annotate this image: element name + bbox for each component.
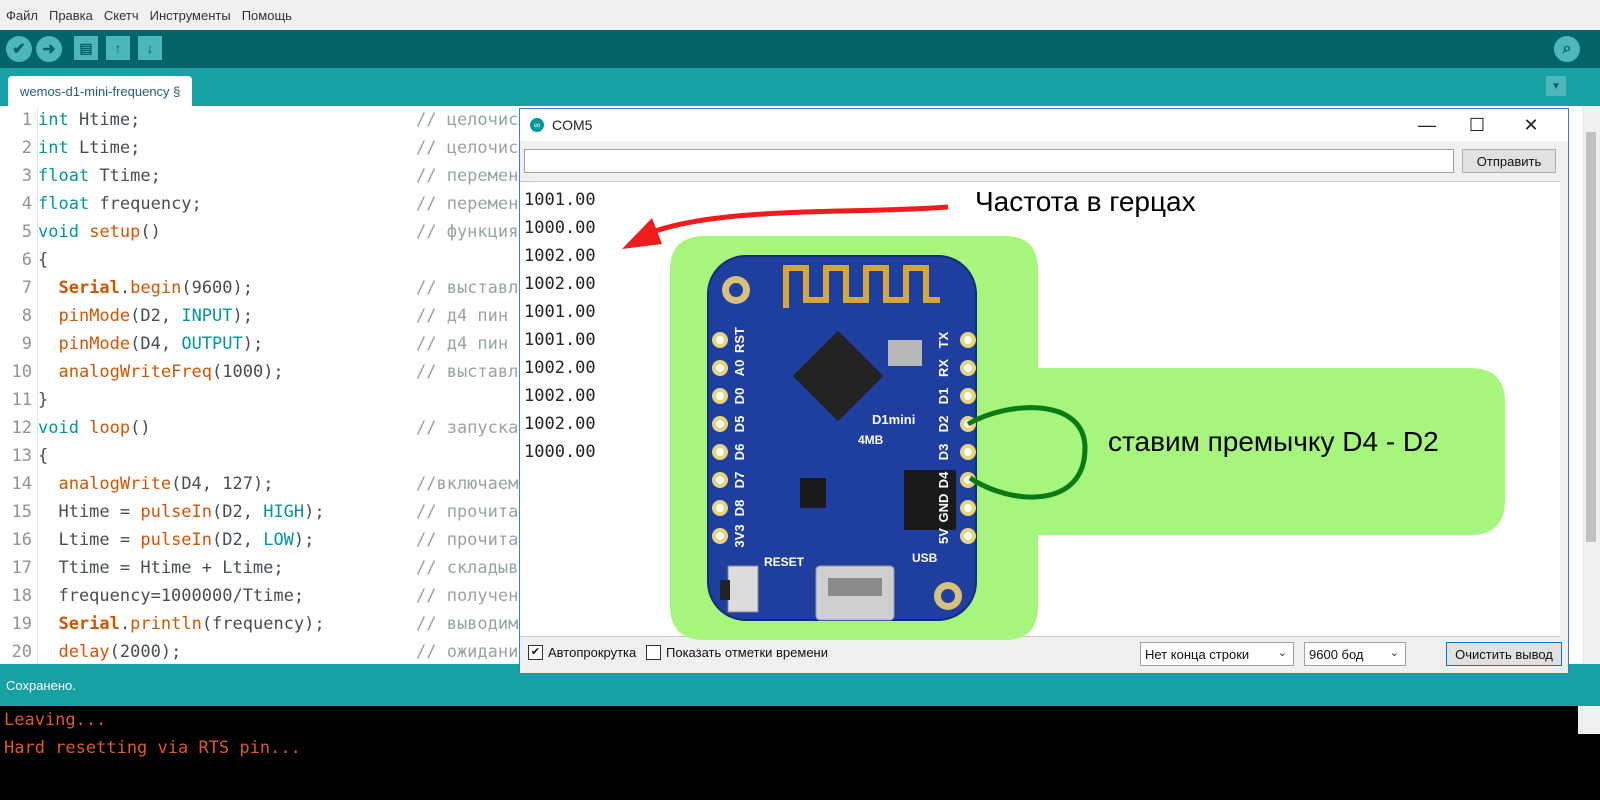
pin-label: D8	[732, 500, 747, 517]
pin-label: RST	[732, 327, 747, 353]
pin-right-hole	[964, 504, 972, 512]
board-flash-label: 4MB	[858, 433, 884, 447]
pin-left-hole	[716, 448, 724, 456]
pin-left-hole	[716, 476, 724, 484]
pin-label: GND	[936, 494, 951, 523]
pin-label: A0	[732, 360, 747, 377]
pin-right-hole	[964, 448, 972, 456]
board-reset-label: RESET	[764, 555, 805, 569]
pin-left-hole	[716, 392, 724, 400]
board-name-label: D1mini	[872, 412, 915, 427]
pin-left-hole	[716, 420, 724, 428]
pin-right-hole	[964, 532, 972, 540]
pin-right-hole	[964, 364, 972, 372]
pin-label: TX	[936, 331, 951, 348]
pin-left-hole	[716, 336, 724, 344]
annotation-overlay: RST A0 D0 D5 D6 D7 D8 3V3 TX RX D1 D2 D3 D4 GND 5V D1mi…	[622, 204, 1505, 640]
pin-label: D7	[732, 472, 747, 489]
pin-label: D5	[732, 416, 747, 433]
pin-label: 5V	[936, 528, 951, 544]
wemos-board-image	[707, 255, 977, 621]
pin-label: RX	[936, 359, 951, 377]
board-usb-label: USB	[912, 551, 938, 565]
pin-right-hole	[964, 336, 972, 344]
pin-label: 3V3	[732, 524, 747, 547]
pin-label: D4	[936, 471, 951, 488]
pin-left-hole	[716, 532, 724, 540]
pin-left-hole	[716, 504, 724, 512]
pin-right-hole	[964, 392, 972, 400]
pin-label: D1	[936, 388, 951, 405]
red-arrow	[649, 204, 949, 236]
pin-label: D6	[732, 444, 747, 461]
red-arrowhead	[622, 218, 662, 249]
pin-label: D0	[732, 388, 747, 405]
frequency-annotation: Частота в герцах	[975, 186, 1196, 217]
pin-label: D3	[936, 444, 951, 461]
pin-left-hole	[716, 364, 724, 372]
pin-label: D2	[936, 416, 951, 433]
jumper-annotation: ставим премычку D4 - D2	[1108, 426, 1439, 457]
